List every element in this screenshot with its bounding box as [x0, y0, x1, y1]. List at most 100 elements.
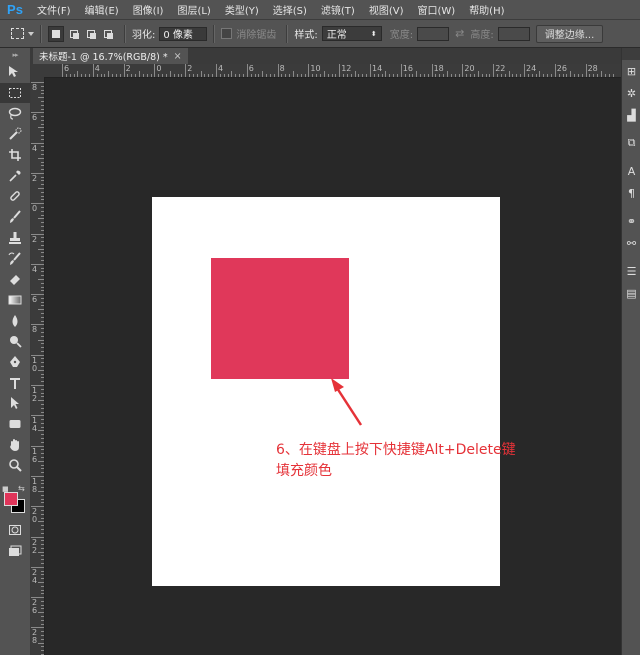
- rectangle-tool[interactable]: [0, 414, 30, 435]
- move-tool[interactable]: [0, 62, 30, 83]
- menu-type[interactable]: 类型(Y): [218, 2, 266, 17]
- ruler-tick: [41, 169, 44, 171]
- paragraph-panel-icon[interactable]: ¶: [622, 182, 640, 204]
- divider: [40, 24, 42, 43]
- ruler-tick: [601, 71, 602, 77]
- crop-tool[interactable]: [0, 145, 30, 166]
- menu-filter[interactable]: 滤镜(T): [314, 2, 362, 17]
- info-panel-icon[interactable]: ▤: [622, 282, 640, 304]
- ruler-tick: [41, 407, 44, 409]
- ruler-tick: [41, 650, 44, 652]
- properties-panel-icon[interactable]: ☰: [622, 260, 640, 282]
- ruler-tick: [293, 71, 294, 77]
- ruler-tick: [41, 498, 44, 500]
- menu-file[interactable]: 文件(F): [30, 2, 78, 17]
- ruler-tick: [527, 74, 529, 77]
- add-selection-button[interactable]: [67, 27, 81, 41]
- swap-colors-icon[interactable]: ⇆: [18, 484, 25, 493]
- ruler-tick: [266, 74, 268, 77]
- ruler-tick: [85, 74, 87, 77]
- ruler-label: 28: [587, 64, 598, 73]
- screen-mode-button[interactable]: [0, 540, 30, 561]
- close-icon[interactable]: ×: [174, 51, 182, 62]
- ruler-tick: [554, 64, 556, 77]
- ruler-tick: [41, 646, 44, 648]
- menu-view[interactable]: 视图(V): [362, 2, 411, 17]
- rectangle-icon: [9, 420, 21, 429]
- clone-stamp-tool[interactable]: [0, 228, 30, 249]
- quick-select-tool[interactable]: [0, 124, 30, 145]
- horizontal-ruler[interactable]: 6 4 2 0 2 4 6 8 10 12 14 16 18 20 22 24 26 28: [44, 64, 621, 78]
- ruler-tick: [38, 642, 44, 644]
- dock-header[interactable]: [622, 48, 640, 60]
- ruler-tick: [300, 74, 302, 77]
- ruler-tick: [227, 74, 229, 77]
- path-select-tool[interactable]: [0, 393, 30, 414]
- refine-edge-button[interactable]: 调整边缘...: [535, 24, 604, 43]
- new-selection-button[interactable]: [48, 25, 64, 42]
- divider: [213, 24, 216, 43]
- dodge-tool[interactable]: [0, 331, 30, 352]
- intersect-selection-button[interactable]: [101, 27, 115, 41]
- ruler-tick: [269, 74, 271, 77]
- tools-panel: ▸▸ ■ ⇆: [0, 48, 31, 655]
- ruler-tick: [296, 74, 298, 77]
- ruler-tick: [112, 74, 114, 77]
- type-tool[interactable]: [0, 372, 30, 393]
- ruler-corner[interactable]: [31, 64, 45, 78]
- pen-tool[interactable]: [0, 352, 30, 373]
- eraser-tool[interactable]: [0, 269, 30, 290]
- eyedropper-tool[interactable]: [0, 165, 30, 186]
- ruler-tick: [41, 483, 44, 485]
- foreground-color-swatch[interactable]: [4, 491, 18, 506]
- brush-presets-icon[interactable]: ⚭: [622, 210, 640, 232]
- lasso-tool[interactable]: [0, 103, 30, 124]
- zoom-tool[interactable]: [0, 455, 30, 476]
- tool-preset-picker[interactable]: [10, 25, 34, 43]
- ruler-tick: [41, 362, 44, 364]
- ruler-tick: [31, 263, 44, 265]
- ruler-tick: [204, 74, 206, 77]
- brush-tool[interactable]: [0, 207, 30, 228]
- ruler-label: 26: [556, 64, 567, 73]
- ruler-tick: [41, 229, 44, 231]
- menu-layer[interactable]: 图层(L): [170, 2, 217, 17]
- blur-tool[interactable]: [0, 310, 30, 331]
- layers-panel-icon[interactable]: ⧉: [622, 132, 640, 154]
- swap-dimensions-icon[interactable]: ⇄: [455, 27, 464, 40]
- menu-select[interactable]: 选择(S): [266, 2, 314, 17]
- menu-image[interactable]: 图像(I): [126, 2, 171, 17]
- feather-input[interactable]: 0 像素: [159, 26, 208, 41]
- histogram-panel-icon[interactable]: ▟: [622, 104, 640, 126]
- ruler-tick: [477, 71, 479, 77]
- clone-source-icon[interactable]: ⚯: [622, 232, 640, 254]
- hand-tool[interactable]: [0, 434, 30, 455]
- style-select[interactable]: 正常 ⬍: [321, 26, 382, 41]
- ruler-tick: [289, 74, 291, 77]
- panel-grip-icon[interactable]: ▸▸: [0, 48, 30, 62]
- ruler-tick: [577, 74, 579, 77]
- menu-help[interactable]: 帮助(H): [462, 2, 511, 17]
- ruler-tick: [373, 74, 375, 77]
- adjustments-panel-icon[interactable]: ✲: [622, 82, 640, 104]
- antialias-checkbox[interactable]: [221, 28, 233, 39]
- subtract-selection-button[interactable]: [84, 27, 98, 41]
- vertical-ruler[interactable]: 8642024681012141618202224262830: [31, 77, 45, 655]
- healing-brush-tool[interactable]: [0, 186, 30, 207]
- history-panel-icon[interactable]: ⊞: [622, 60, 640, 82]
- menu-window[interactable]: 窗口(W): [410, 2, 462, 17]
- document-tab[interactable]: 未标题-1 @ 16.7%(RGB/8) * ×: [33, 48, 188, 64]
- menu-edit[interactable]: 编辑(E): [78, 2, 126, 17]
- marquee-tool[interactable]: [0, 82, 30, 104]
- quick-mask-button[interactable]: [0, 520, 30, 541]
- gradient-tool[interactable]: [0, 290, 30, 311]
- history-brush-tool[interactable]: [0, 248, 30, 269]
- height-input[interactable]: [497, 26, 530, 41]
- character-panel-icon[interactable]: A: [622, 160, 640, 182]
- width-input[interactable]: [417, 26, 450, 41]
- ruler-tick: [41, 286, 44, 288]
- ruler-tick: [319, 74, 321, 77]
- ruler-tick: [41, 638, 44, 640]
- clone-stamp-icon: [9, 231, 21, 244]
- ruler-tick: [31, 324, 44, 326]
